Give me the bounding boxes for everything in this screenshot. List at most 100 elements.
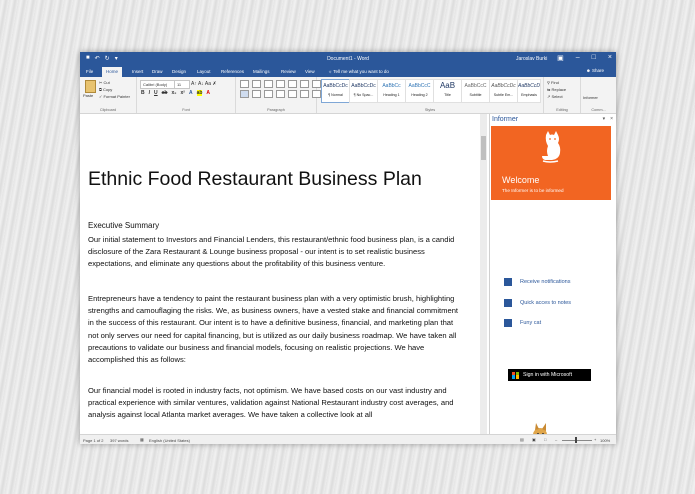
word-count[interactable]: 397 words <box>110 438 128 443</box>
addins-group: ★ Informer Comm... <box>581 77 616 113</box>
sort-icon[interactable] <box>300 80 309 88</box>
font-size-controls[interactable]: A↑ A↓ Aa ✗ <box>191 81 217 87</box>
style-subtitle[interactable]: AaBbCcC Subtitle <box>461 79 490 103</box>
shading-icon[interactable] <box>300 90 309 98</box>
multilevel-list-icon[interactable] <box>264 80 273 88</box>
style-emphasis[interactable]: AaBbCcDc Emphasis <box>517 79 541 103</box>
user-name[interactable]: Jaroslav Burki <box>516 56 547 62</box>
style-name: ¶ Normal <box>328 93 343 97</box>
bullets-icon[interactable] <box>240 80 249 88</box>
tab-references[interactable]: References <box>221 69 244 74</box>
subscript-icon[interactable]: x₂ <box>171 90 176 96</box>
style-sample: AaBbCcC <box>408 83 431 89</box>
tab-design[interactable]: Design <box>172 69 186 74</box>
cut-button[interactable]: ✂ Cut <box>99 80 110 85</box>
tell-me-search[interactable]: ☼ Tell me what you want to do <box>328 69 389 74</box>
style-sample: AaBbCcDc <box>351 83 376 89</box>
bold-icon[interactable]: B <box>141 90 145 96</box>
replace-label: Replace <box>551 87 567 92</box>
style-sample: AaBbCcDc <box>518 83 540 89</box>
font-color-icon[interactable]: A <box>206 90 210 96</box>
style-heading-2[interactable]: AaBbCcC Heading 2 <box>405 79 434 103</box>
feature-funny-cat[interactable]: Funy cat <box>504 319 541 327</box>
align-left-icon[interactable] <box>240 90 249 98</box>
language[interactable]: English (United States) <box>149 438 190 443</box>
numbering-icon[interactable] <box>252 80 261 88</box>
style-title[interactable]: AaB Title <box>433 79 462 103</box>
tab-review[interactable]: Review <box>281 69 296 74</box>
document-area[interactable]: Ethnic Food Restaurant Business Plan Exe… <box>80 114 489 434</box>
cut-label: Cut <box>103 80 110 85</box>
informer-addin-label[interactable]: Informer <box>583 95 598 100</box>
style-no-spacing[interactable]: AaBbCcDc ¶ No Spac... <box>349 79 378 103</box>
tab-file[interactable]: File <box>86 69 93 74</box>
pane-controls: ▾ × <box>603 116 613 122</box>
word-window: ■ ↶ ↻ ▾ Document1 - Word Jaroslav Burki … <box>80 52 616 444</box>
align-right-icon[interactable] <box>264 90 273 98</box>
share-button[interactable]: ☻ Share <box>586 68 604 73</box>
italic-icon[interactable]: I <box>149 90 150 96</box>
style-name: Heading 1 <box>383 93 400 97</box>
tab-insert[interactable]: Insert <box>132 69 143 74</box>
close-icon[interactable]: × <box>608 54 612 62</box>
vertical-scrollbar[interactable] <box>480 114 487 434</box>
decrease-indent-icon[interactable] <box>276 80 285 88</box>
superscript-icon[interactable]: x² <box>181 90 185 96</box>
line-spacing-icon[interactable] <box>288 90 297 98</box>
page-count[interactable]: Page 1 of 2 <box>83 438 103 443</box>
tab-draw[interactable]: Draw <box>152 69 163 74</box>
font-size-select[interactable]: 11 <box>174 80 190 89</box>
title-bar: ■ ↶ ↻ ▾ Document1 - Word Jaroslav Burki … <box>80 52 616 66</box>
paste-button-label[interactable]: Paste <box>83 93 93 98</box>
style-name: Subtle Em... <box>493 93 514 97</box>
align-center-icon[interactable] <box>252 90 261 98</box>
zoom-slider-thumb[interactable] <box>575 437 577 443</box>
feature-label: Funy cat <box>520 320 542 326</box>
proofing-icon[interactable]: ▦ <box>140 437 144 442</box>
underline-icon[interactable]: U <box>154 90 158 96</box>
paragraph: Entrepreneurs have a tendency to paint t… <box>88 294 459 365</box>
tab-view[interactable]: View <box>305 69 315 74</box>
cat-icon <box>504 319 512 327</box>
maximize-icon[interactable]: □ <box>592 54 596 62</box>
style-subtle-emphasis[interactable]: AaBbCcDc Subtle Em... <box>489 79 518 103</box>
paste-icon[interactable] <box>85 80 96 93</box>
minimize-icon[interactable]: – <box>576 54 580 62</box>
font-group: Calibri (Body) 11 A↑ A↓ Aa ✗ B I U ab x₂… <box>137 77 236 113</box>
font-name-select[interactable]: Calibri (Body) <box>140 80 175 89</box>
select-button[interactable]: ↗ Select <box>547 94 563 99</box>
align-buttons <box>240 90 321 98</box>
justify-icon[interactable] <box>276 90 285 98</box>
style-heading-1[interactable]: AaBbCc Heading 1 <box>377 79 406 103</box>
clipboard-group: Paste ✂ Cut ⧉ Copy ✓ Format Painter Clip… <box>80 77 137 113</box>
informer-hero: Welcome The Informer is to be informed <box>491 126 611 200</box>
tab-home[interactable]: Home <box>102 67 123 77</box>
zoom-in-icon[interactable]: + <box>594 437 596 442</box>
read-mode-icon[interactable]: ▤ <box>520 437 524 442</box>
zoom-out-icon[interactable]: – <box>555 437 557 442</box>
sign-in-microsoft-button[interactable]: Sign in with Microsoft <box>508 369 591 381</box>
increase-indent-icon[interactable] <box>288 80 297 88</box>
find-button[interactable]: ⚲ Find <box>547 80 559 85</box>
copy-button[interactable]: ⧉ Copy <box>99 87 112 92</box>
highlight-icon[interactable]: ab <box>196 90 203 96</box>
web-layout-icon[interactable]: □ <box>544 437 546 442</box>
feature-receive-notifications[interactable]: Receive notifications <box>504 278 570 286</box>
tab-layout[interactable]: Layout <box>197 69 211 74</box>
format-painter-button[interactable]: ✓ Format Painter <box>99 94 130 99</box>
feature-quick-access-notes[interactable]: Quick acces to notes <box>504 299 571 307</box>
style-normal[interactable]: AaBbCcDc ¶ Normal <box>321 79 350 103</box>
font-group-label: Font <box>182 108 190 112</box>
text-effects-icon[interactable]: A <box>189 90 193 96</box>
zoom-level[interactable]: 100% <box>600 438 610 443</box>
strikethrough-icon[interactable]: ab <box>162 90 168 96</box>
pane-close-icon[interactable]: × <box>610 116 613 122</box>
print-layout-icon[interactable]: ▣ <box>532 437 536 442</box>
replace-button[interactable]: ⇆ Replace <box>547 87 566 92</box>
ribbon-display-options-icon[interactable]: ▣ <box>557 54 564 62</box>
pane-options-icon[interactable]: ▾ <box>603 116 606 122</box>
scrollbar-thumb[interactable] <box>481 136 486 160</box>
zoom-slider[interactable] <box>562 440 592 441</box>
welcome-tagline: The Informer is to be informed <box>502 188 564 193</box>
tab-mailings[interactable]: Mailings <box>253 69 270 74</box>
